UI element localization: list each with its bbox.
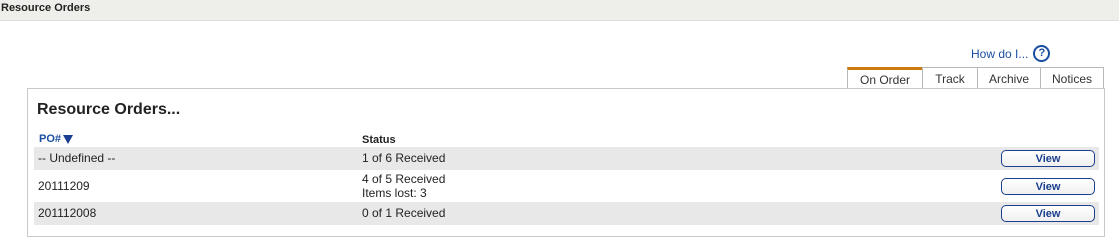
po-cell: 20111209 [38,179,90,193]
status-cell: 1 of 6 Received [362,151,445,165]
view-button[interactable]: View [1001,205,1095,222]
resource-orders-panel: Resource Orders... PO# Status -- Undefin… [27,88,1105,237]
help-link[interactable]: How do I... ? [971,45,1051,62]
page: Resource Orders How do I... ? On Order T… [0,0,1119,248]
status-extra-text: Items lost: 3 [362,186,427,200]
title-bar: Resource Orders [0,0,1119,21]
po-cell: 201112008 [38,206,97,220]
tab-on-order[interactable]: On Order [847,67,923,89]
panel-title: Resource Orders... [37,101,181,118]
column-header-po-label[interactable]: PO# [39,133,61,145]
table-row: -- Undefined -- 1 of 6 Received View [34,147,1099,170]
column-header-status: Status [362,134,396,146]
view-button[interactable]: View [1001,150,1095,167]
status-text: 1 of 6 Received [362,151,446,165]
view-button[interactable]: View [1001,178,1095,195]
tab-track[interactable]: Track [922,67,978,89]
status-text: 0 of 1 Received [362,206,446,220]
tab-notices[interactable]: Notices [1040,67,1104,89]
help-link-label[interactable]: How do I... [971,47,1028,61]
column-header-po[interactable]: PO# [39,133,74,145]
status-cell: 4 of 5 Received Items lost: 3 [362,172,445,200]
tab-bar: On Order Track Archive Notices [847,67,1104,89]
status-text: 4 of 5 Received [362,172,446,186]
help-circle-icon[interactable]: ? [1033,45,1051,62]
status-cell: 0 of 1 Received [362,206,445,220]
sort-descending-icon[interactable] [63,134,74,144]
table-row: 201112008 0 of 1 Received View [34,202,1099,225]
po-cell: -- Undefined -- [38,151,116,165]
page-title: Resource Orders [1,2,91,14]
tab-archive[interactable]: Archive [977,67,1041,89]
table-row: 20111209 4 of 5 Received Items lost: 3 V… [34,170,1099,202]
